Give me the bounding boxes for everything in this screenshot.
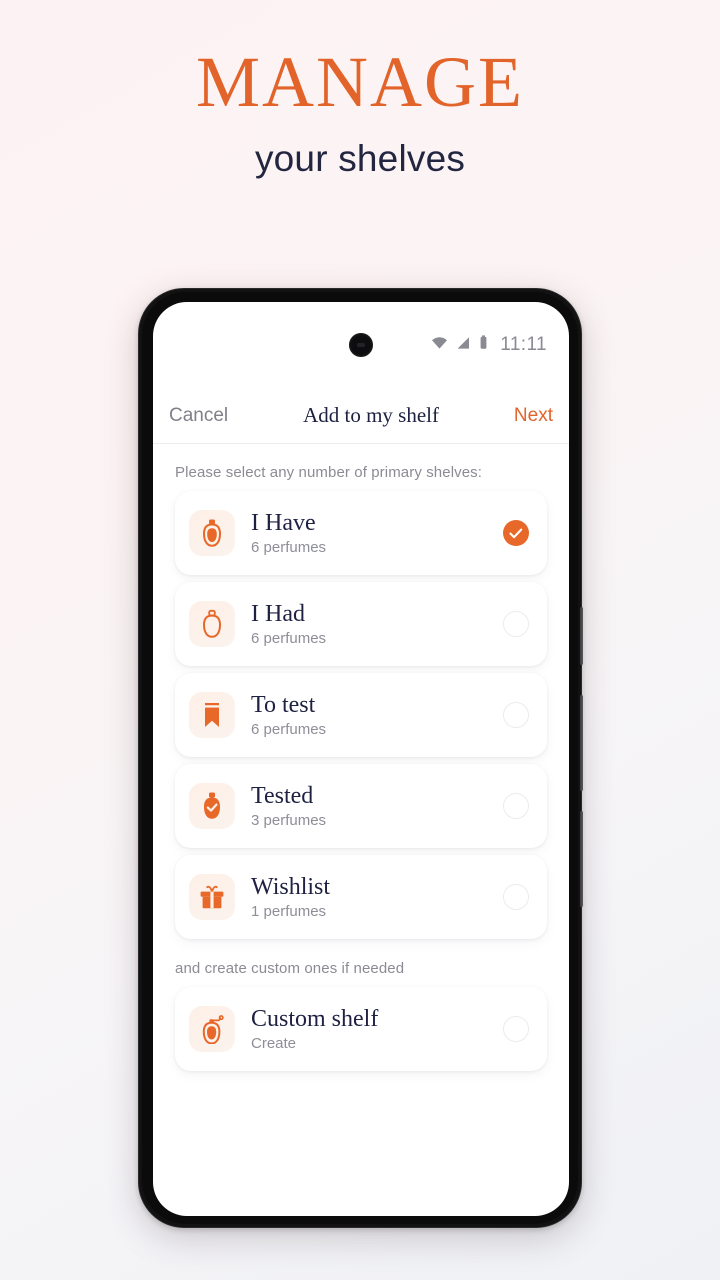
promo-header: MANAGE your shelves xyxy=(0,46,720,177)
shelf-title: I Had xyxy=(251,600,305,627)
phone-screen: 11:11 Cancel Add to my shelf Next Please… xyxy=(153,302,569,1216)
shelf-subtitle: 1 perfumes xyxy=(251,903,327,921)
status-bar: 11:11 xyxy=(431,332,547,358)
shelf-radio-i-have[interactable] xyxy=(503,520,529,546)
perfume-bottle-check-icon xyxy=(189,783,235,829)
shelf-radio-wishlist[interactable] xyxy=(503,884,529,910)
phone-side-button-middle xyxy=(580,695,583,791)
shelf-text-i-have: I Have 6 perfumes xyxy=(251,510,503,556)
shelf-title: To test xyxy=(251,691,316,718)
cancel-button[interactable]: Cancel xyxy=(169,405,228,427)
custom-shelves-label: and create custom ones if needed xyxy=(175,960,405,977)
shelf-radio-to-test[interactable] xyxy=(503,702,529,728)
screen-title: Add to my shelf xyxy=(303,403,439,427)
phone-side-button-top xyxy=(580,607,583,665)
shelf-radio-i-had[interactable] xyxy=(503,611,529,637)
front-camera-punch-hole xyxy=(349,333,373,357)
phone-side-button-bottom xyxy=(580,811,583,907)
shelf-radio-custom-shelf[interactable] xyxy=(503,1016,529,1042)
shelf-selection-content: Please select any number of primary shel… xyxy=(153,452,569,1078)
shelf-row-to-test[interactable]: To test 6 perfumes xyxy=(175,673,547,757)
signal-icon xyxy=(456,336,471,355)
shelf-text-to-test: To test 6 perfumes xyxy=(251,692,503,738)
promo-subheadline: your shelves xyxy=(254,138,466,179)
perfume-atomizer-icon xyxy=(189,1006,235,1052)
shelf-row-i-had[interactable]: I Had 6 perfumes xyxy=(175,582,547,666)
gift-icon xyxy=(189,874,235,920)
next-button[interactable]: Next xyxy=(514,405,553,427)
shelf-subtitle: 3 perfumes xyxy=(251,812,327,830)
navigation-bar: Cancel Add to my shelf Next xyxy=(153,388,569,444)
shelf-title: I Have xyxy=(251,509,316,536)
shelf-title: Custom shelf xyxy=(251,1005,379,1032)
status-bar-clock: 11:11 xyxy=(500,334,547,355)
shelf-row-tested[interactable]: Tested 3 perfumes xyxy=(175,764,547,848)
shelf-subtitle: 6 perfumes xyxy=(251,630,327,648)
perfume-bottle-filled-icon xyxy=(189,510,235,556)
shelf-subtitle: 6 perfumes xyxy=(251,721,327,739)
bookmark-icon xyxy=(189,692,235,738)
wifi-icon xyxy=(431,336,448,355)
shelf-subtitle: 6 perfumes xyxy=(251,539,327,557)
shelf-text-i-had: I Had 6 perfumes xyxy=(251,601,503,647)
shelf-text-wishlist: Wishlist 1 perfumes xyxy=(251,874,503,920)
shelf-text-custom-shelf: Custom shelf Create xyxy=(251,1006,503,1052)
perfume-bottle-outline-icon xyxy=(189,601,235,647)
phone-mockup: 11:11 Cancel Add to my shelf Next Please… xyxy=(138,288,583,1228)
shelf-subtitle: Create xyxy=(251,1035,297,1053)
primary-shelves-label: Please select any number of primary shel… xyxy=(175,464,483,481)
shelf-row-wishlist[interactable]: Wishlist 1 perfumes xyxy=(175,855,547,939)
shelf-title: Wishlist xyxy=(251,873,331,900)
shelf-title: Tested xyxy=(251,782,314,809)
shelf-text-tested: Tested 3 perfumes xyxy=(251,783,503,829)
promo-headline: MANAGE xyxy=(196,42,524,122)
shelf-radio-tested[interactable] xyxy=(503,793,529,819)
shelf-row-custom-shelf[interactable]: Custom shelf Create xyxy=(175,987,547,1071)
shelf-row-i-have[interactable]: I Have 6 perfumes xyxy=(175,491,547,575)
battery-icon xyxy=(479,335,488,355)
